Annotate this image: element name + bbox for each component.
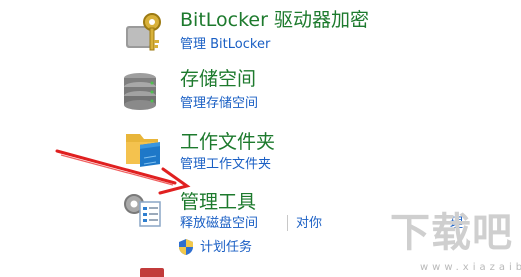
storage-spaces-icon (124, 73, 156, 110)
free-disk-space-link[interactable]: 释放磁盘空间 (180, 216, 258, 232)
defragment-link-partial[interactable]: 对你 (296, 216, 322, 232)
control-panel-system-security: BitLocker 驱动器加密 管理 BitLocker 存储空间 管理存储空间 (0, 0, 521, 277)
next-category-icon-partial (140, 268, 164, 277)
bitlocker-key-icon (126, 13, 161, 51)
storage-spaces-title-link[interactable]: 存储空间 (180, 68, 256, 90)
red-arrow-annotation (55, 149, 191, 195)
manage-bitlocker-link[interactable]: 管理 BitLocker (180, 37, 270, 53)
uac-shield-icon (179, 239, 193, 255)
manage-storage-spaces-link[interactable]: 管理存储空间 (180, 96, 258, 112)
watermark-domain: www.xiazaiba.com (420, 262, 521, 273)
site-watermark: 下载吧 www.xiazaiba.com (324, 208, 521, 277)
watermark-logo-text: 下载吧 (390, 210, 513, 256)
bitlocker-title-link[interactable]: BitLocker 驱动器加密 (180, 9, 369, 31)
link-separator (287, 215, 288, 231)
schedule-tasks-link[interactable]: 计划任务 (200, 240, 252, 256)
